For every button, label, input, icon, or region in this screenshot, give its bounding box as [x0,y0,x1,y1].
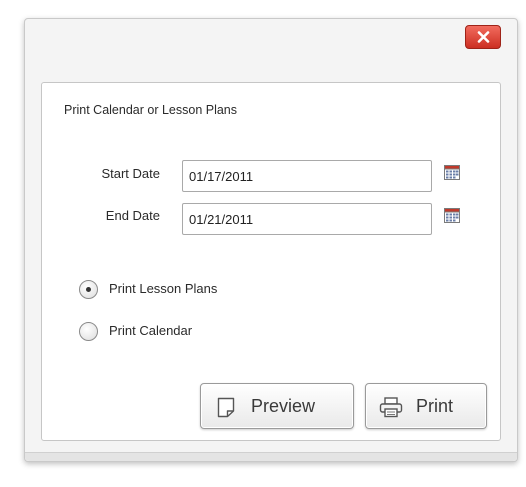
radio-button[interactable] [79,322,98,341]
end-date-label: End Date [105,208,160,223]
printer-icon [379,397,403,418]
close-icon [477,31,490,43]
print-button-label: Print [416,396,454,416]
start-date-label: Start Date [101,166,160,181]
calendar-icon[interactable] [444,207,460,223]
print-button[interactable]: Print [365,383,487,429]
close-button[interactable] [465,25,501,49]
preview-button[interactable]: Preview [200,383,354,429]
stage: Print Calendar or Lesson Plans Start Dat… [0,0,526,487]
radio-label: Print Lesson Plans [109,281,218,296]
document-icon [217,397,235,418]
print-options-panel: Print Calendar or Lesson Plans Start Dat… [41,82,501,441]
panel-title: Print Calendar or Lesson Plans [64,103,238,117]
start-date-field[interactable] [182,160,432,192]
radio-label: Print Calendar [109,323,193,338]
calendar-icon[interactable] [444,164,460,180]
radio-button[interactable] [79,280,98,299]
end-date-field[interactable] [182,203,432,235]
preview-button-label: Preview [251,396,316,416]
radio-selected-dot [86,287,91,292]
print-dialog: Print Calendar or Lesson Plans Start Dat… [24,18,518,462]
dialog-footer [25,452,517,461]
